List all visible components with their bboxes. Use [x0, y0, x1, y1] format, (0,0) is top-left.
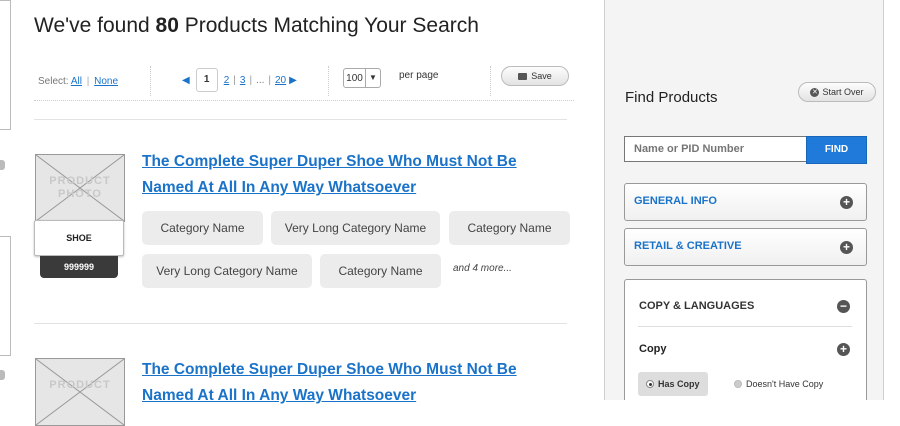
copy-filter-label: Copy	[639, 343, 667, 355]
radio-label: Doesn't Have Copy	[746, 379, 824, 389]
photo-placeholder-text: PRODUCT PHOTO	[36, 175, 124, 201]
placeholder-x-icon	[36, 359, 124, 425]
results-heading-suffix: Products Matching Your Search	[184, 14, 479, 37]
radio-unselected-icon	[734, 380, 742, 388]
product-title-line2[interactable]: Named At All In Any Way Whatsoever	[142, 176, 416, 200]
per-page-value: 100	[346, 72, 363, 84]
pagination-page-20[interactable]: 20	[275, 75, 286, 86]
photo-placeholder-line1: PRODUCT	[49, 379, 111, 391]
pagination-ellipsis: ...	[256, 74, 265, 86]
category-chip[interactable]: Category Name	[142, 211, 263, 245]
left-panel-fragment	[0, 0, 11, 130]
save-button-label: Save	[531, 71, 552, 81]
right-triangle-icon[interactable]: ▶	[289, 75, 297, 86]
select-controls: Select: All | None	[38, 76, 118, 87]
plus-circle-icon: +	[840, 196, 853, 209]
accordion-label: RETAIL & CREATIVE	[634, 240, 742, 252]
results-toolbar: Select: All | None ◀ 1 2 | 3 | ... | 20 …	[34, 62, 574, 101]
panel-title: Find Products	[625, 89, 718, 106]
plus-circle-icon[interactable]: +	[837, 343, 850, 356]
pagination-page-3[interactable]: 3	[240, 75, 246, 86]
select-all-link[interactable]: All	[71, 76, 82, 87]
product-search: FIND	[624, 136, 867, 164]
results-heading: We've found 80 Products Matching Your Se…	[34, 14, 479, 38]
pagination-separator: |	[249, 74, 253, 86]
category-chip[interactable]: Very Long Category Name	[142, 254, 312, 288]
results-count: 80	[155, 14, 179, 37]
select-separator: |	[86, 76, 90, 87]
product-type-label: SHOE	[34, 220, 124, 256]
plus-circle-icon: +	[840, 241, 853, 254]
no-copy-radio[interactable]: Doesn't Have Copy	[734, 372, 823, 396]
briefcase-icon	[518, 72, 528, 80]
product-pid-badge: 999999	[40, 256, 118, 278]
per-page-select[interactable]: 100 ▼	[343, 68, 381, 88]
photo-placeholder-line1: PRODUCT	[49, 175, 111, 187]
toolbar-divider	[490, 66, 491, 96]
start-over-label: Start Over	[822, 87, 864, 97]
pagination-separator: |	[233, 74, 236, 86]
product-photo-placeholder[interactable]: PRODUCT PHOTO	[35, 154, 125, 222]
toolbar-divider	[328, 66, 329, 96]
left-panel-fragment	[0, 236, 11, 356]
radio-label: Has Copy	[658, 379, 700, 389]
pagination-page-2[interactable]: 2	[224, 75, 230, 86]
product-divider	[34, 119, 567, 120]
radio-selected-icon	[646, 380, 654, 388]
product-photo-placeholder[interactable]: PRODUCT	[35, 358, 125, 426]
photo-placeholder-line2: PHOTO	[58, 188, 102, 200]
pagination-current-page: 1	[195, 68, 218, 92]
per-page-label: per page	[399, 70, 439, 81]
left-handle-fragment	[0, 370, 5, 380]
copy-radio-group: Has Copy Doesn't Have Copy	[638, 372, 852, 396]
minus-circle-icon[interactable]: −	[837, 300, 850, 313]
photo-placeholder-text: PRODUCT	[36, 379, 124, 392]
pagination: ◀ 1 2 | 3 | ... | 20 ▶	[182, 68, 297, 92]
select-none-link[interactable]: None	[94, 76, 118, 87]
results-heading-prefix: We've found	[34, 14, 150, 37]
chevron-down-icon[interactable]: ▼	[365, 69, 380, 87]
search-input[interactable]	[624, 136, 806, 162]
more-categories-link[interactable]: and 4 more...	[453, 263, 512, 274]
select-label: Select:	[38, 76, 69, 87]
pagination-separator: |	[268, 74, 271, 86]
find-button[interactable]: FIND	[806, 136, 867, 164]
find-products-panel: Find Products ✕ Start Over FIND GENERAL …	[604, 0, 884, 400]
accordion-copy-languages: COPY & LANGUAGES − Copy + Has Copy Doesn…	[624, 279, 867, 400]
section-divider	[638, 326, 852, 327]
product-title-line2[interactable]: Named At All In Any Way Whatsoever	[142, 384, 416, 408]
product-title-line1[interactable]: The Complete Super Duper Shoe Who Must N…	[142, 358, 517, 382]
accordion-general-info[interactable]: GENERAL INFO +	[624, 183, 867, 221]
start-over-button[interactable]: ✕ Start Over	[798, 82, 876, 102]
has-copy-radio[interactable]: Has Copy	[638, 372, 708, 396]
left-handle-fragment	[0, 160, 5, 170]
close-circle-icon: ✕	[810, 87, 820, 97]
category-chip[interactable]: Category Name	[449, 211, 570, 245]
toolbar-divider	[150, 66, 151, 96]
left-triangle-icon[interactable]: ◀	[182, 75, 190, 86]
accordion-retail-creative[interactable]: RETAIL & CREATIVE +	[624, 228, 867, 266]
accordion-label: GENERAL INFO	[634, 195, 717, 207]
accordion-label[interactable]: COPY & LANGUAGES	[639, 300, 754, 312]
save-button[interactable]: Save	[501, 66, 569, 86]
product-divider	[34, 323, 567, 324]
category-chip[interactable]: Very Long Category Name	[271, 211, 440, 245]
category-chip[interactable]: Category Name	[320, 254, 441, 288]
page-right-margin	[884, 0, 900, 400]
product-title-line1[interactable]: The Complete Super Duper Shoe Who Must N…	[142, 150, 517, 174]
